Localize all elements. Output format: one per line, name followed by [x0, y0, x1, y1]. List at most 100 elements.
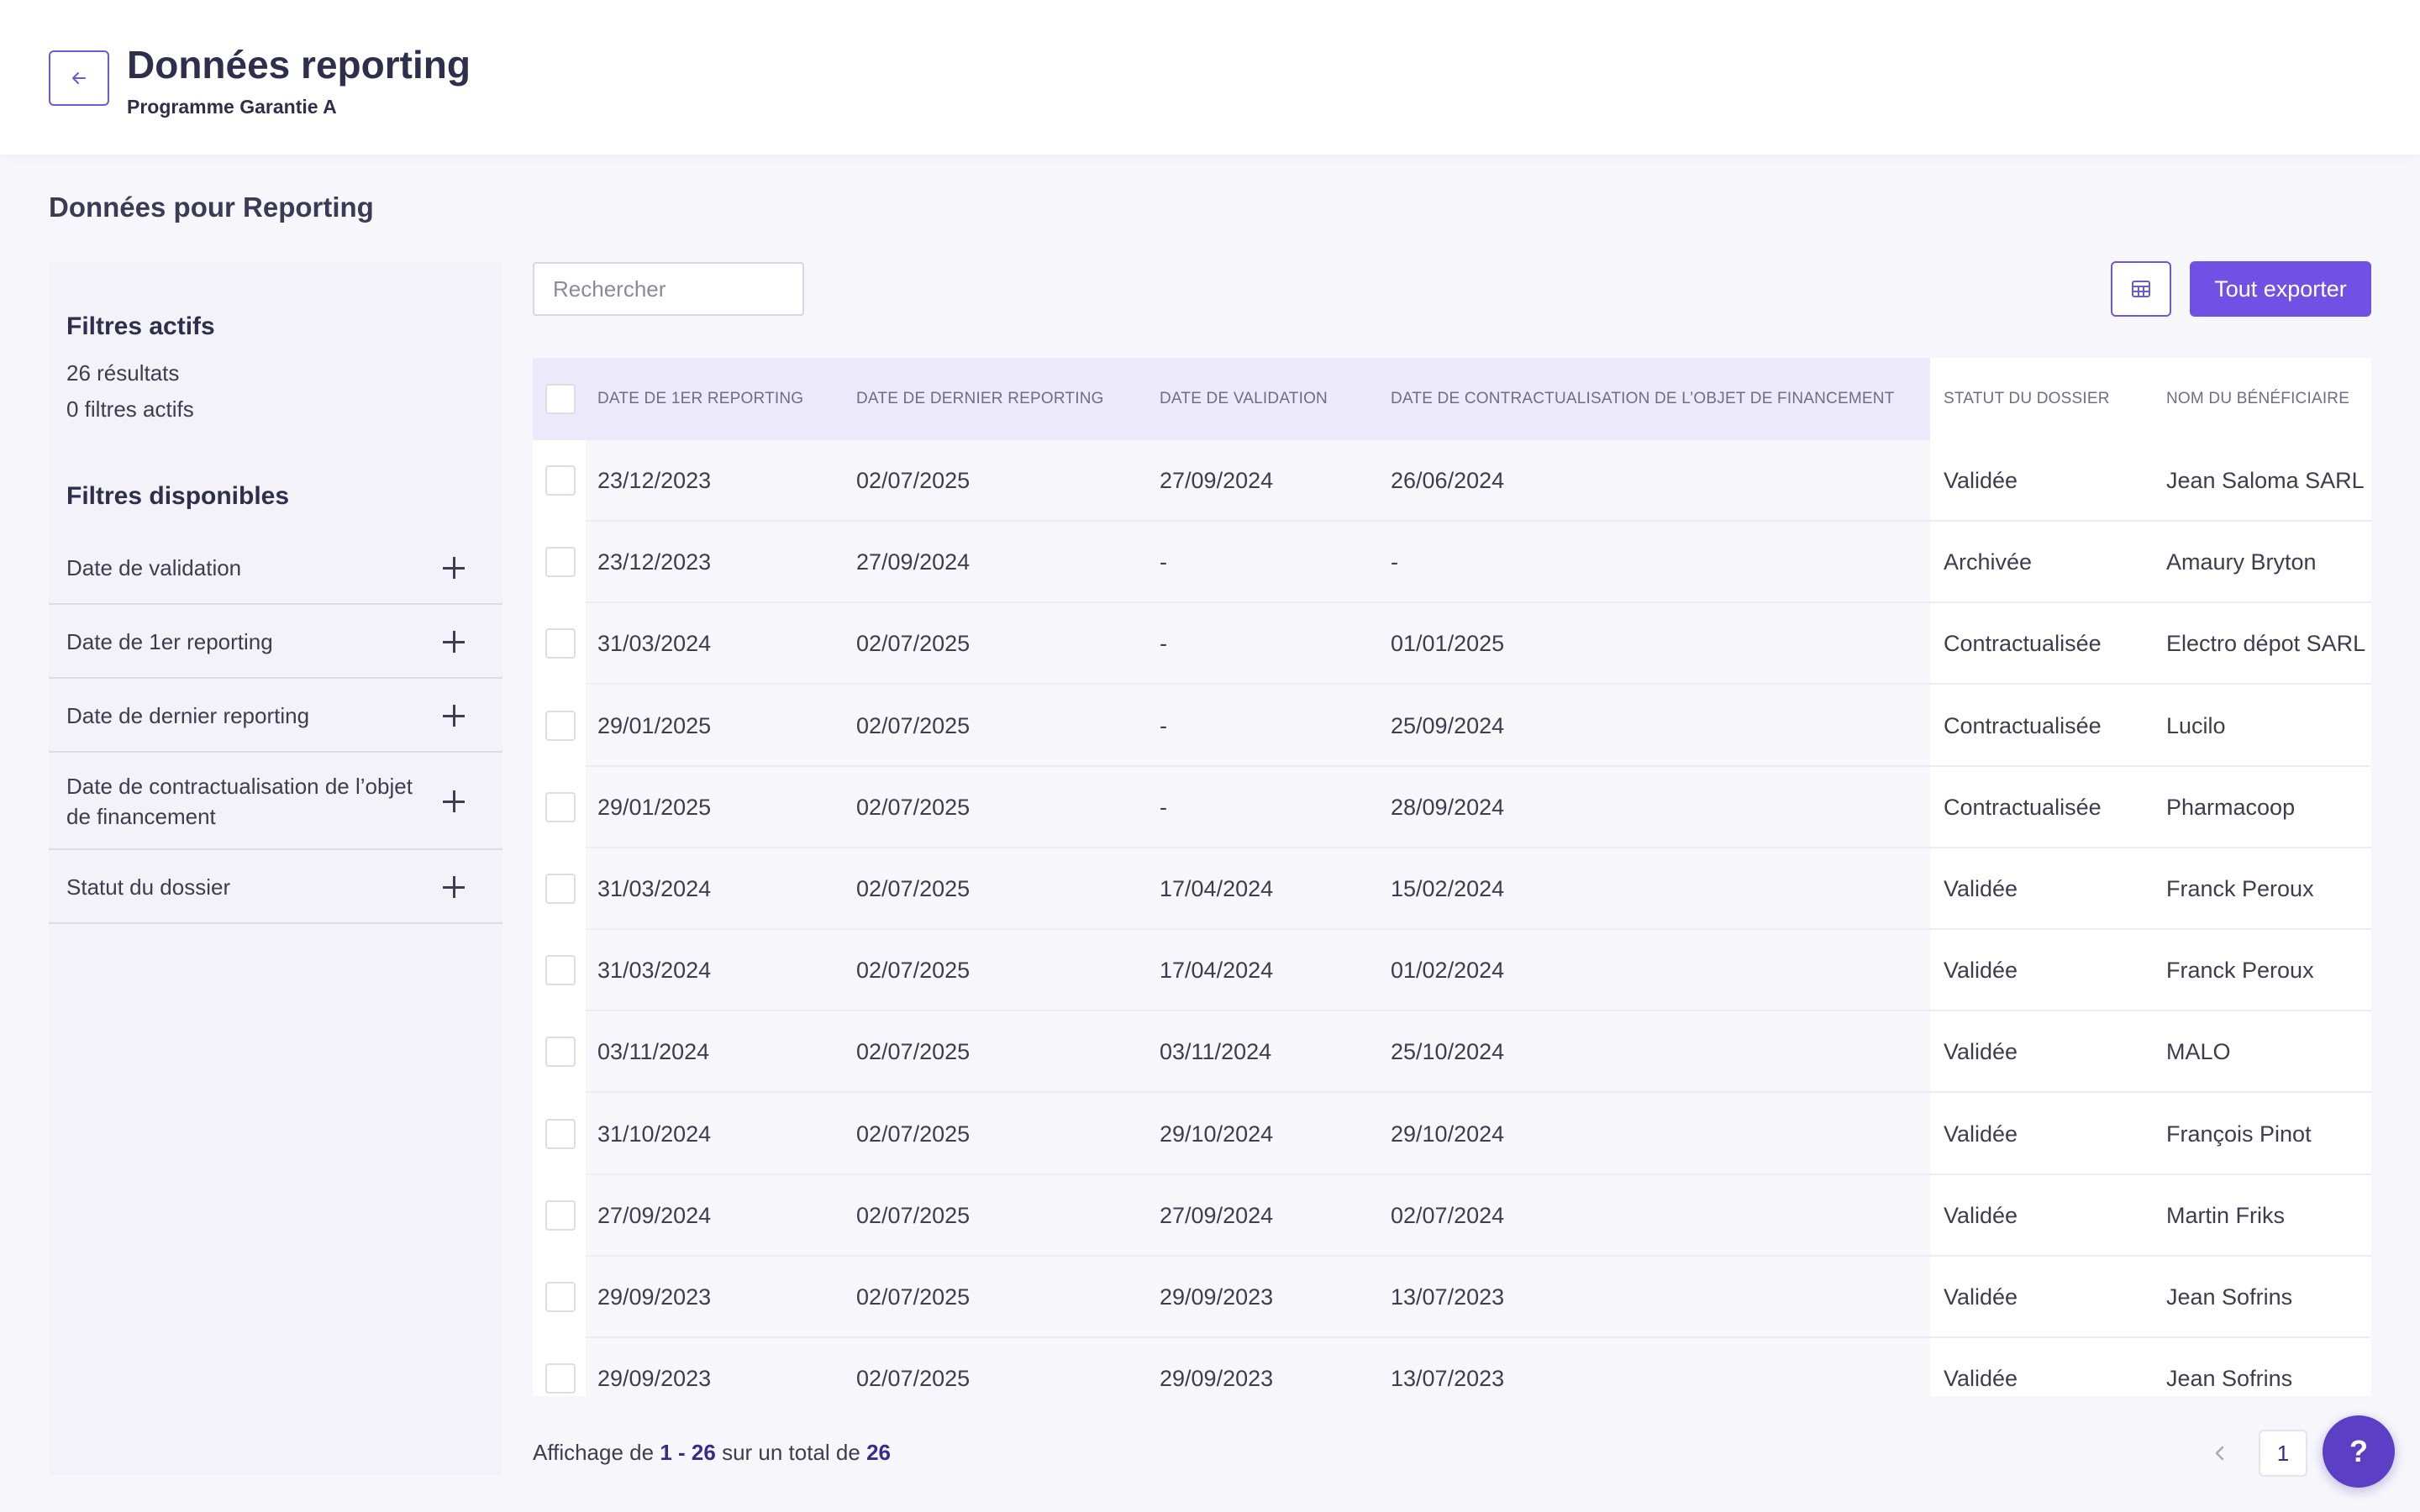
table-cell: Validée: [1944, 1121, 2018, 1147]
row-checkbox[interactable]: [545, 465, 576, 496]
search-input[interactable]: [533, 262, 804, 316]
pagination-info: Affichage de 1 - 26 sur un total de 26: [533, 1440, 891, 1466]
page-header: Données reporting Programme Garantie A: [0, 0, 2420, 155]
row-checkbox[interactable]: [545, 710, 576, 741]
row-checkbox[interactable]: [545, 1118, 576, 1149]
column-header[interactable]: Nom du bénéficiaire: [2166, 358, 2349, 440]
table-cell: 31/03/2024: [597, 631, 712, 657]
row-checkbox[interactable]: [545, 874, 576, 904]
table-cell: Validée: [1944, 1202, 2018, 1228]
export-all-button[interactable]: Tout exporter: [2190, 261, 2371, 317]
row-checkbox[interactable]: [545, 628, 576, 659]
table-cell: Validée: [1944, 1284, 2018, 1310]
table-cell: 26/06/2024: [1391, 468, 1505, 493]
table-row[interactable]: 29/09/2023 02/07/2025 29/09/2023 13/07/2023…: [533, 1338, 2371, 1396]
table-cell: 01/01/2025: [1391, 631, 1505, 657]
filter-statut-dossier[interactable]: Statut du dossier: [49, 850, 502, 924]
table-cell: 02/07/2025: [856, 1284, 971, 1310]
column-header[interactable]: Statut du dossier: [1944, 358, 2110, 440]
row-checkbox[interactable]: [545, 1363, 576, 1394]
table-cell: 27/09/2024: [1160, 1202, 1274, 1228]
table-cell: 02/07/2025: [856, 1121, 971, 1147]
back-button[interactable]: [49, 50, 109, 106]
table-cell: 29/01/2025: [597, 794, 712, 820]
table-cell: 02/07/2024: [1391, 1202, 1505, 1228]
table-cell: 27/09/2024: [856, 549, 971, 575]
active-filters-count: 0 filtres actifs: [66, 396, 194, 422]
table-cell: Validée: [1944, 1039, 2018, 1065]
table-row[interactable]: 31/10/2024 02/07/2025 29/10/2024 29/10/2024…: [533, 1093, 2371, 1175]
table-row[interactable]: 23/12/2023 02/07/2025 27/09/2024 26/06/2024…: [533, 440, 2371, 522]
table-cell: 02/07/2025: [856, 631, 971, 657]
plus-icon: [443, 631, 465, 653]
plus-icon: [443, 790, 465, 812]
filter-label: Date de contractualisation de l’objet de…: [66, 774, 413, 829]
table-row[interactable]: 29/01/2025 02/07/2025 - 28/09/2024 Contractu…: [533, 766, 2371, 848]
table-cell: François Pinot: [2166, 1121, 2312, 1147]
table-grid-icon: [2132, 281, 2150, 297]
table-cell: 02/07/2025: [856, 712, 971, 738]
column-header[interactable]: Date de 1er reporting: [597, 358, 803, 440]
table-cell: 28/09/2024: [1391, 794, 1505, 820]
table-cell: Jean Sofrins: [2166, 1366, 2293, 1392]
row-checkbox[interactable]: [545, 955, 576, 986]
column-header[interactable]: Date de validation: [1160, 358, 1328, 440]
row-checkbox[interactable]: [545, 1282, 576, 1312]
table-cell: Pharmacoop: [2166, 794, 2296, 820]
filter-label: Date de dernier reporting: [66, 703, 310, 728]
table-cell: 02/07/2025: [856, 468, 971, 493]
table-cell: 29/09/2023: [597, 1366, 712, 1392]
table-cell: -: [1160, 794, 1167, 820]
table-cell: Lucilo: [2166, 712, 2226, 738]
table-cell: -: [1160, 549, 1167, 575]
table-cell: Contractualisée: [1944, 794, 2102, 820]
table-cell: Jean Sofrins: [2166, 1284, 2293, 1310]
table-cell: 17/04/2024: [1160, 876, 1274, 901]
arrow-left-icon: [72, 72, 86, 84]
row-checkbox[interactable]: [545, 1037, 576, 1068]
table-cell: 02/07/2025: [856, 1366, 971, 1392]
table-cell: 17/04/2024: [1160, 958, 1274, 984]
table-cell: 29/09/2023: [1160, 1284, 1274, 1310]
table-cell: Validée: [1944, 1366, 2018, 1392]
table-row[interactable]: 29/01/2025 02/07/2025 - 25/09/2024 Contractu…: [533, 685, 2371, 767]
filters-sidebar: Filtres actifs 26 résultats 0 filtres ac…: [49, 262, 502, 1475]
table-row[interactable]: 31/03/2024 02/07/2025 - 01/01/2025 Contractu…: [533, 603, 2371, 685]
filter-date-validation[interactable]: Date de validation: [49, 531, 502, 605]
table-row[interactable]: 03/11/2024 02/07/2025 03/11/2024 25/10/2024…: [533, 1011, 2371, 1094]
table-cell: 29/10/2024: [1160, 1121, 1274, 1147]
table-cell: Electro dépot SARL: [2166, 631, 2366, 657]
table-row[interactable]: 31/03/2024 02/07/2025 17/04/2024 01/02/2024…: [533, 930, 2371, 1012]
table-cell: Contractualisée: [1944, 631, 2102, 657]
table-cell: 13/07/2023: [1391, 1366, 1505, 1392]
pagination-middle: sur un total de: [722, 1440, 860, 1465]
filter-date-contractualisation[interactable]: Date de contractualisation de l’objet de…: [49, 753, 502, 850]
table-cell: 02/07/2025: [856, 958, 971, 984]
table-row[interactable]: 31/03/2024 02/07/2025 17/04/2024 15/02/2024…: [533, 848, 2371, 930]
page-button-current[interactable]: 1: [2259, 1430, 2307, 1477]
filter-date-last-reporting[interactable]: Date de dernier reporting: [49, 679, 502, 753]
table-cell: 25/09/2024: [1391, 712, 1505, 738]
help-button[interactable]: ?: [2323, 1415, 2395, 1488]
column-header[interactable]: Date de dernier reporting: [856, 358, 1104, 440]
table-row[interactable]: 29/09/2023 02/07/2025 29/09/2023 13/07/2023…: [533, 1257, 2371, 1338]
filter-label: Date de 1er reporting: [66, 629, 273, 654]
pagination-total: 26: [866, 1440, 891, 1465]
previous-page-button[interactable]: [2200, 1430, 2240, 1477]
page-title: Données reporting: [127, 43, 471, 87]
filter-date-first-reporting[interactable]: Date de 1er reporting: [49, 605, 502, 679]
pagination-prefix: Affichage de: [533, 1440, 655, 1465]
table-row[interactable]: 27/09/2024 02/07/2025 27/09/2024 02/07/2024…: [533, 1174, 2371, 1257]
table-cell: -: [1160, 631, 1167, 657]
row-checkbox[interactable]: [545, 791, 576, 822]
table-row[interactable]: 23/12/2023 27/09/2024 - - Archivée Amaury Bry…: [533, 522, 2371, 604]
column-header[interactable]: Date de contractualisation de l’objet de…: [1391, 358, 1894, 440]
table-cell: 02/07/2025: [856, 1202, 971, 1228]
row-checkbox[interactable]: [545, 1200, 576, 1231]
column-settings-button[interactable]: [2111, 261, 2171, 317]
select-all-checkbox[interactable]: [545, 384, 576, 414]
table-cell: -: [1160, 712, 1167, 738]
row-checkbox[interactable]: [545, 547, 576, 578]
results-count: 26 résultats: [66, 360, 180, 386]
plus-icon: [443, 557, 465, 579]
